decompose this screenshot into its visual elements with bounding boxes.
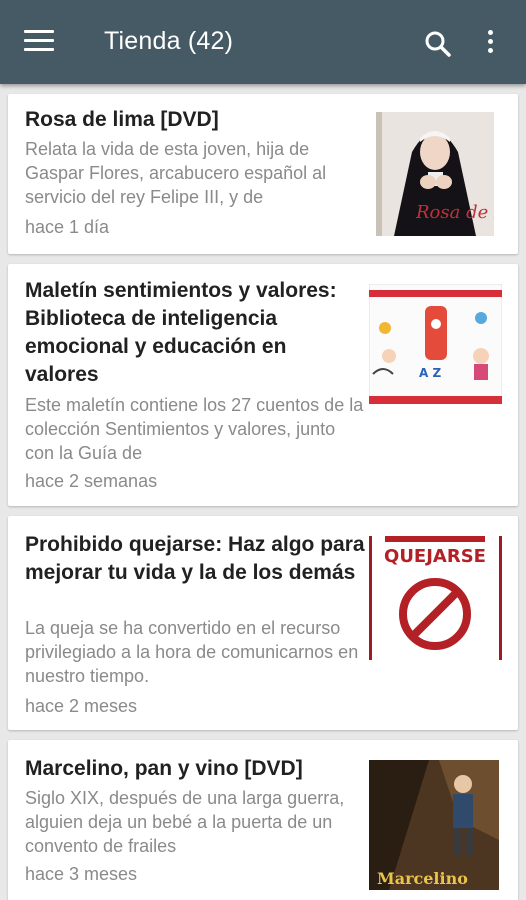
item-time: hace 2 meses [25,696,138,716]
thumb-text: A Z [419,366,441,380]
list-item[interactable]: Prohibido quejarse: Haz algo para mejora… [8,516,518,730]
item-title: Marcelino, pan y vino [DVD] [25,757,303,780]
more-vertical-icon[interactable] [482,30,498,56]
item-time: hace 3 meses [25,864,138,884]
list-item[interactable]: Marcelino, pan y vino [DVD] Siglo XIX, d… [8,740,518,900]
thumb-text: Rosa de Lima [415,202,494,223]
thumb-text: QUEJARSE [384,546,486,567]
item-thumbnail: QUEJARSE [369,536,502,660]
item-title: Prohibido quejarse: Haz algo para mejora… [25,533,365,584]
list-item[interactable]: Rosa de lima [DVD] Relata la vida de est… [8,94,518,254]
item-description: La queja se ha convertido en el recurso … [25,618,359,686]
thumb-text: Marcelino [377,869,468,888]
item-title: Maletín sentimientos y valores: Bibliote… [25,279,337,386]
item-thumbnail: Rosa de Lima [376,112,518,236]
hamburger-menu-icon[interactable] [24,30,56,54]
app-bar: Tienda (42) [0,0,526,84]
item-description: Siglo XIX, después de una larga guerra, … [25,788,345,856]
item-time: hace 2 semanas [25,471,158,491]
page-title: Tienda (42) [104,27,234,55]
item-thumbnail: A Z [368,283,503,405]
search-icon[interactable] [422,28,454,60]
item-title: Rosa de lima [DVD] [25,108,219,131]
item-description: Relata la vida de esta joven, hija de Ga… [25,139,327,207]
item-description: Este maletín contiene los 27 cuentos de … [25,395,364,463]
item-time: hace 1 día [25,217,110,237]
list-item[interactable]: Maletín sentimientos y valores: Bibliote… [8,264,518,506]
item-thumbnail: Marcelino [369,760,499,890]
